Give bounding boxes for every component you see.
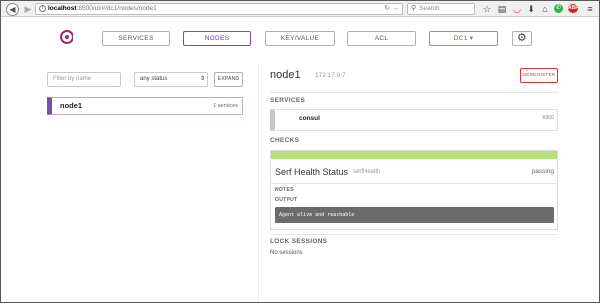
tab-acl[interactable]: ACL bbox=[347, 31, 416, 46]
home-icon[interactable]: ⌂ bbox=[540, 4, 550, 14]
node-list-item-services: 1 services bbox=[213, 103, 238, 109]
info-icon[interactable]: i bbox=[39, 5, 46, 12]
no-sessions-text: No sessions bbox=[270, 250, 303, 256]
adblock-icon[interactable]: ABP bbox=[568, 4, 579, 13]
search-input[interactable]: ⚲ Search bbox=[407, 3, 475, 15]
divider bbox=[270, 234, 558, 235]
node-address: 172.17.0.7 bbox=[315, 72, 346, 79]
settings-gear-icon[interactable]: ⚙ bbox=[512, 31, 532, 46]
services-heading: SERVICES bbox=[270, 97, 306, 104]
browser-toolbar: ◀ ▶ i localhost:8500/ui/#/dc1/nodes/node… bbox=[1, 1, 599, 17]
notes-label: NOTES bbox=[275, 187, 294, 193]
status-select-value: any status bbox=[140, 76, 168, 82]
go-arrow-icon[interactable]: → bbox=[392, 4, 399, 14]
reading-list-icon[interactable]: ▤ bbox=[497, 4, 507, 14]
tab-key-value[interactable]: KEY/VALUE bbox=[265, 31, 335, 46]
divider bbox=[270, 92, 558, 93]
hamburger-menu-icon[interactable]: ≡ bbox=[585, 4, 595, 14]
checks-heading: CHECKS bbox=[270, 137, 300, 144]
node-list-item-name: node1 bbox=[60, 101, 83, 110]
pocket-icon[interactable]: ◡ bbox=[512, 4, 522, 14]
check-status: passing bbox=[531, 168, 554, 175]
service-port: :8300 bbox=[541, 115, 554, 121]
filter-by-name-input[interactable]: Filter by name bbox=[47, 72, 121, 87]
check-status-bar bbox=[271, 151, 557, 159]
check-name: Serf Health Status bbox=[275, 167, 349, 177]
consul-logo-icon[interactable] bbox=[60, 30, 76, 44]
check-id: serfHealth bbox=[353, 169, 381, 175]
url-path: :8500/ui/#/dc1/nodes/node1 bbox=[76, 5, 157, 12]
search-icon: ⚲ bbox=[411, 5, 417, 12]
select-arrows-icon: ⇕ bbox=[199, 76, 205, 82]
datacenter-dropdown[interactable]: DC1 ▾ bbox=[429, 31, 498, 46]
node-list-item[interactable]: node1 1 services bbox=[47, 97, 243, 115]
health-check-card: Serf Health Status serfHealth passing NO… bbox=[270, 150, 558, 230]
tab-nodes[interactable]: NODES bbox=[183, 31, 251, 46]
back-arrow-icon[interactable]: ◀ bbox=[6, 3, 19, 16]
deregister-button[interactable]: DEREGISTER bbox=[520, 68, 558, 83]
node-title: node1 bbox=[270, 69, 301, 81]
service-list-item[interactable]: consul :8300 bbox=[270, 109, 558, 131]
output-label: OUTPUT bbox=[275, 197, 298, 203]
whatsapp-icon[interactable]: ✆ bbox=[554, 4, 563, 13]
check-output: Agent alive and reachable bbox=[275, 207, 554, 223]
tab-services[interactable]: SERVICES bbox=[102, 31, 170, 46]
url-host: localhost bbox=[48, 5, 77, 12]
service-name: consul bbox=[299, 115, 320, 122]
reload-icon[interactable]: ↻ bbox=[384, 4, 390, 14]
address-bar[interactable]: i localhost:8500/ui/#/dc1/nodes/node1 ↻ … bbox=[35, 3, 403, 15]
lock-sessions-heading: LOCK SESSIONS bbox=[270, 238, 328, 245]
expand-button[interactable]: EXPAND bbox=[214, 72, 243, 87]
bookmark-star-icon[interactable]: ☆ bbox=[482, 4, 492, 14]
download-icon[interactable]: ⬇ bbox=[526, 4, 536, 14]
divider bbox=[271, 183, 557, 184]
pane-divider bbox=[258, 64, 259, 302]
forward-arrow-icon[interactable]: ▶ bbox=[22, 3, 34, 15]
search-placeholder: Search bbox=[419, 5, 440, 12]
status-filter-select[interactable]: any status ⇕ bbox=[134, 72, 208, 87]
